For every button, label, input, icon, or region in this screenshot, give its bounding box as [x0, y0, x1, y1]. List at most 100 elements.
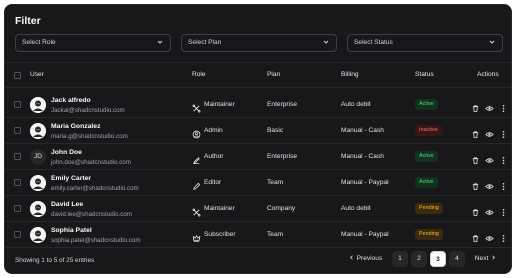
user-billing: Manual - Paypal: [341, 179, 389, 186]
view-icon[interactable]: [485, 152, 494, 163]
user-name: Sophia Patel: [51, 227, 92, 234]
row-checkbox[interactable]: [14, 153, 21, 160]
delete-icon[interactable]: [471, 126, 480, 139]
more-vertical-icon[interactable]: [499, 100, 508, 113]
user-name: Emily Carter: [51, 175, 92, 182]
column-header-plan: Plan: [267, 71, 281, 78]
previous-page-button[interactable]: Previous: [343, 251, 387, 267]
user-email: john.doe@shadcnstudio.com: [51, 159, 131, 166]
subscriber-icon: [192, 230, 201, 243]
avatar: [30, 123, 46, 139]
row-checkbox[interactable]: [14, 205, 21, 212]
chevron-down-icon: [323, 40, 329, 44]
page-button-4[interactable]: 4: [449, 251, 465, 267]
role-select[interactable]: Select Role: [15, 34, 171, 52]
column-header-role: Role: [192, 71, 206, 78]
chevron-left-icon: [349, 255, 353, 260]
select-all-checkbox[interactable]: [14, 72, 21, 79]
maintainer-icon: [192, 204, 201, 217]
row-checkbox[interactable]: [14, 179, 21, 186]
user-plan: Enterprise: [267, 153, 298, 160]
view-icon[interactable]: [485, 230, 494, 241]
pagination-summary: Showing 1 to 5 of 25 entries: [15, 257, 95, 264]
column-header-status: Status: [415, 71, 434, 78]
admin-icon: [192, 126, 201, 139]
next-page-button[interactable]: Next: [469, 251, 503, 267]
plan-select[interactable]: Select Plan: [181, 34, 337, 52]
avatar: [30, 175, 46, 191]
previous-label: Previous: [356, 255, 383, 262]
table-row: Emily Carter emily.carter@shadcnstudio.c…: [5, 170, 511, 196]
row-checkbox[interactable]: [14, 101, 21, 108]
filter-title: Filter: [15, 15, 41, 27]
avatar: JD: [30, 149, 46, 165]
view-icon[interactable]: [485, 204, 494, 215]
row-checkbox[interactable]: [14, 231, 21, 238]
user-plan: Enterprise: [267, 101, 298, 108]
delete-icon[interactable]: [471, 230, 480, 243]
user-email: maria.g@shadcnstudio.com: [51, 133, 128, 140]
view-icon[interactable]: [485, 100, 494, 111]
more-vertical-icon[interactable]: [499, 204, 508, 217]
table-footer-divider: [5, 247, 511, 248]
page-button-1[interactable]: 1: [392, 251, 408, 267]
user-email: emily.carter@shadcnstudio.com: [51, 185, 139, 192]
view-icon[interactable]: [485, 178, 494, 189]
status-badge: Active: [415, 151, 438, 162]
more-vertical-icon[interactable]: [499, 126, 508, 139]
table-header-divider: [5, 87, 511, 88]
status-badge: Pending: [415, 203, 443, 214]
delete-icon[interactable]: [471, 178, 480, 191]
user-plan: Company: [267, 205, 296, 212]
column-header-user: User: [30, 71, 44, 78]
author-icon: [192, 152, 201, 165]
user-billing: Auto debit: [341, 205, 371, 212]
more-vertical-icon[interactable]: [499, 178, 508, 191]
status-select[interactable]: Select Status: [347, 34, 503, 52]
page-button-2[interactable]: 2: [411, 251, 427, 267]
status-badge: Pending: [415, 229, 443, 240]
delete-icon[interactable]: [471, 204, 480, 217]
page-button-3[interactable]: 3: [430, 251, 446, 267]
table-row: Maria Gonzalez maria.g@shadcnstudio.com …: [5, 118, 511, 144]
user-plan: Basic: [267, 127, 284, 134]
user-billing: Manual - Paypal: [341, 231, 389, 238]
column-header-actions: Actions: [477, 71, 499, 78]
user-email: sophia.patel@shadcnstudio.com: [51, 237, 141, 244]
table-row: JD John Doe john.doe@shadcnstudio.com Au…: [5, 144, 511, 170]
user-billing: Manual - Cash: [341, 127, 384, 134]
delete-icon[interactable]: [471, 152, 480, 165]
status-badge: Active: [415, 99, 438, 110]
avatar: [30, 97, 46, 113]
status-select-placeholder: Select Status: [354, 39, 393, 46]
user-role: Editor: [204, 179, 222, 186]
more-vertical-icon[interactable]: [499, 230, 508, 243]
table-row: David Lee david.lee@shadcnstudio.com Mai…: [5, 196, 511, 222]
delete-icon[interactable]: [471, 100, 480, 113]
maintainer-icon: [192, 100, 201, 113]
chevron-right-icon: [492, 255, 496, 260]
user-billing: Auto debit: [341, 101, 371, 108]
status-badge: Inactive: [415, 125, 442, 136]
header-divider: [5, 62, 511, 63]
next-label: Next: [474, 255, 489, 262]
row-checkbox[interactable]: [14, 127, 21, 134]
user-email: david.lee@shadcnstudio.com: [51, 211, 132, 218]
chevron-down-icon: [489, 40, 495, 44]
column-header-billing: Billing: [341, 71, 359, 78]
status-badge: Active: [415, 177, 438, 188]
avatar: [30, 201, 46, 217]
user-role: Author: [204, 153, 224, 160]
view-icon[interactable]: [485, 126, 494, 137]
more-vertical-icon[interactable]: [499, 152, 508, 165]
user-role: Subscriber: [204, 231, 236, 238]
user-email: Jackal@shadcnstudio.com: [51, 107, 125, 114]
avatar: [30, 227, 46, 243]
table-row: Jack alfredo Jackal@shadcnstudio.com Mai…: [5, 92, 511, 118]
user-role: Maintainer: [204, 205, 235, 212]
user-name: Jack alfredo: [51, 97, 91, 104]
chevron-down-icon: [157, 40, 163, 44]
user-name: Maria Gonzalez: [51, 123, 101, 130]
plan-select-placeholder: Select Plan: [188, 39, 222, 46]
editor-icon: [192, 178, 201, 190]
